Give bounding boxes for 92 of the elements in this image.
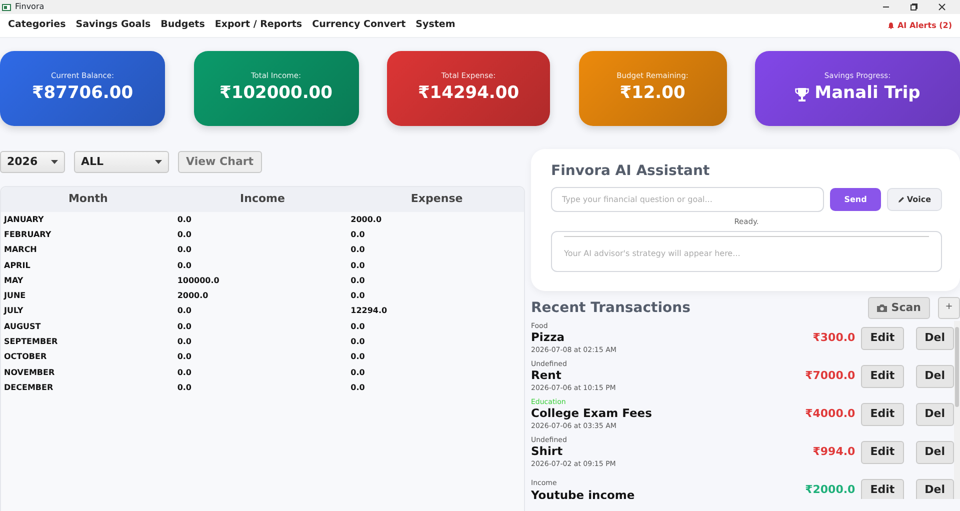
delete-button[interactable]: Del xyxy=(916,364,954,388)
delete-button[interactable]: Del xyxy=(916,478,954,499)
assistant-title: Finvora AI Assistant xyxy=(551,162,711,181)
table-cell-text: 0.0 xyxy=(177,305,192,318)
bell-icon xyxy=(888,22,894,29)
month-cell-text: FEBRUARY xyxy=(4,228,52,241)
month-cell-text: MAY xyxy=(4,274,24,287)
table-cell-text: 12294.0 xyxy=(350,305,388,318)
dropdown[interactable]: ALL xyxy=(74,151,169,173)
transaction-amount: ₹4000.0 xyxy=(805,406,856,422)
transaction-name: Pizza xyxy=(531,331,566,345)
caret-icon xyxy=(155,160,162,164)
table-cell-text: 0.0 xyxy=(177,351,192,364)
section-title: Recent Transactions xyxy=(531,298,690,318)
add-button[interactable]: + xyxy=(938,297,960,319)
column-header: Income xyxy=(239,191,286,208)
delete-button[interactable]: Del xyxy=(916,440,954,464)
stat-value: ₹14294.00 xyxy=(418,82,520,106)
close-icon xyxy=(938,3,946,11)
table-cell-text: 100000.0 xyxy=(177,274,220,287)
app-icon xyxy=(2,4,11,10)
dropdown[interactable]: 2026 xyxy=(0,151,65,173)
table-cell-text: 0.0 xyxy=(177,336,192,348)
transaction-amount: ₹994.0 xyxy=(812,444,856,460)
transaction-name: Rent xyxy=(531,369,562,383)
stat-value: ₹102000.00 xyxy=(220,82,332,106)
delete-button[interactable]: Del xyxy=(916,326,954,350)
alerts-link[interactable]: AI Alerts (2) xyxy=(888,20,952,32)
table-cell-text: 0.0 xyxy=(350,244,366,256)
send-button[interactable]: Send xyxy=(830,188,881,211)
window-title: Finvora xyxy=(15,1,44,13)
month-cell-text: JUNE xyxy=(4,290,27,302)
month-cell-text: JANUARY xyxy=(4,214,45,226)
table-cell-text: 0.0 xyxy=(350,351,366,364)
menu-item[interactable]: Savings Goals xyxy=(76,18,151,33)
menu-item[interactable]: Budgets xyxy=(160,18,205,33)
voice-button[interactable]: Voice xyxy=(886,188,942,211)
month-cell-text: APRIL xyxy=(4,260,32,272)
transaction-name: Shirt xyxy=(531,445,564,459)
transaction-amount: ₹2000.0 xyxy=(805,482,856,498)
edit-button[interactable]: Edit xyxy=(861,440,904,464)
table-cell-text: 0.0 xyxy=(350,228,366,241)
trophy-icon xyxy=(794,86,809,102)
menu-item[interactable]: System xyxy=(416,18,456,33)
table-cell-text: 0.0 xyxy=(350,320,366,333)
table-cell-text: 0.0 xyxy=(177,366,192,379)
table-cell-text: 0.0 xyxy=(177,228,192,241)
delete-button[interactable]: Del xyxy=(916,402,954,426)
transaction-name: College Exam Fees xyxy=(531,407,652,421)
restore-icon xyxy=(910,3,918,11)
table-cell-text: 0.0 xyxy=(177,214,192,226)
table-cell-text: 0.0 xyxy=(350,274,366,287)
scrollbar[interactable] xyxy=(954,321,960,499)
table-cell-text: 0.0 xyxy=(177,244,192,256)
month-cell-text: OCTOBER xyxy=(4,351,48,364)
edit-button[interactable]: Edit xyxy=(861,364,904,388)
transaction-amount: ₹300.0 xyxy=(812,330,856,346)
view-chart-button[interactable]: View Chart xyxy=(178,151,262,173)
month-cell-text: SEPTEMBER xyxy=(4,336,59,348)
camera-icon xyxy=(877,304,888,312)
month-cell-text: DECEMBER xyxy=(4,382,54,394)
table-cell-text: 2000.0 xyxy=(350,214,383,226)
column-header: Month xyxy=(67,191,109,208)
edit-button[interactable]: Edit xyxy=(861,478,904,499)
stat-value: ₹87706.00 xyxy=(32,82,134,106)
column-header: Expense xyxy=(410,191,464,208)
month-cell-text: MARCH xyxy=(4,244,38,256)
month-cell-text: AUGUST xyxy=(4,320,42,333)
table-cell-text: 0.0 xyxy=(350,336,366,348)
menu-item[interactable]: Categories xyxy=(8,18,66,33)
scan-button[interactable]: Scan xyxy=(868,297,930,319)
table-cell-text: 2000.0 xyxy=(177,290,210,302)
table-cell-text: 0.0 xyxy=(350,366,366,379)
pencil-icon xyxy=(898,196,904,203)
table-cell-text: 0.0 xyxy=(350,290,366,302)
edit-button[interactable]: Edit xyxy=(861,326,904,350)
table-cell-text: 0.0 xyxy=(177,320,192,333)
month-cell-text: NOVEMBER xyxy=(4,366,56,379)
menu-item[interactable]: Export / Reports xyxy=(214,18,302,33)
stat-value: Manali Trip xyxy=(814,82,920,106)
edit-button[interactable]: Edit xyxy=(861,402,904,426)
stat-value: ₹12.00 xyxy=(620,82,686,106)
table-cell-text: 0.0 xyxy=(177,382,192,394)
transaction-name: Youtube income xyxy=(531,488,635,499)
transaction-amount: ₹7000.0 xyxy=(805,368,856,384)
question-field[interactable]: Type your financial question or goal... xyxy=(551,187,824,212)
table-cell-text: 0.0 xyxy=(350,260,366,272)
menu-item[interactable]: Currency Convert xyxy=(312,18,406,33)
table-cell-text: 0.0 xyxy=(177,260,192,272)
table-cell-text: 0.0 xyxy=(350,382,366,394)
caret-icon xyxy=(51,160,58,164)
month-cell-text: JULY xyxy=(4,305,24,318)
